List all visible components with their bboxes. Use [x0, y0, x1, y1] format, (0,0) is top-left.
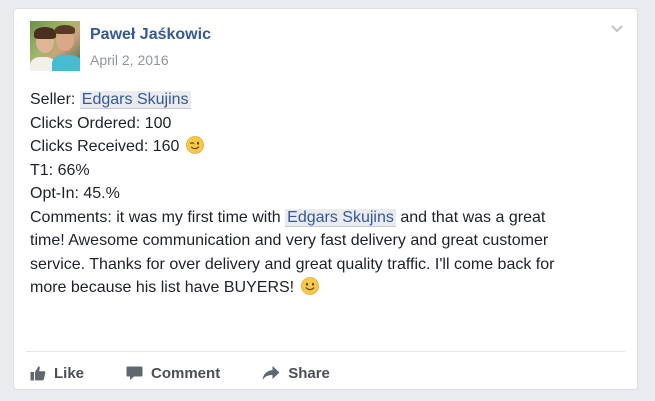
author-avatar[interactable]: [30, 21, 80, 71]
clicks-ordered-line: Clicks Ordered: 100: [30, 114, 172, 132]
seller-line: Seller: Edgars Skujins: [30, 91, 191, 109]
thumbs-up-icon: [30, 366, 46, 381]
comment-button[interactable]: Comment: [126, 365, 220, 382]
wink-emoji-icon: [185, 136, 204, 154]
post-actions-bar: Like Comment Share: [30, 361, 372, 385]
comment-mention-link[interactable]: Edgars Skujins: [285, 208, 396, 227]
share-label: Share: [288, 364, 330, 382]
share-arrow-icon: [262, 366, 280, 380]
opt-in-line: Opt-In: 45.%: [30, 185, 120, 202]
speech-bubble-icon: [126, 366, 143, 380]
smile-emoji-icon: [300, 277, 319, 295]
clicks-received-line: Clicks Received: 160: [30, 135, 620, 159]
actions-divider: [26, 351, 625, 352]
seller-mention-link[interactable]: Edgars Skujins: [79, 91, 191, 109]
post-date-link[interactable]: April 2, 2016: [90, 52, 169, 68]
chevron-down-icon[interactable]: [611, 25, 623, 33]
t1-line: T1: 66%: [30, 161, 90, 179]
like-button[interactable]: Like: [30, 365, 84, 382]
author-name-link[interactable]: Paweł Jaśkowic: [90, 26, 211, 44]
comment-label: Comment: [151, 364, 221, 382]
comments-line-2: time! Awesome communication and very fas…: [30, 232, 549, 249]
comments-line-3: service. Thanks for over delivery and gr…: [30, 255, 555, 273]
comments-line-4: more because his list have BUYERS!: [30, 276, 620, 300]
post-card: Paweł Jaśkowic April 2, 2016 Seller: Edg…: [13, 8, 638, 390]
post-body: Seller: Edgars Skujins Clicks Ordered: 1…: [30, 88, 620, 300]
share-button[interactable]: Share: [262, 365, 330, 382]
like-label: Like: [54, 364, 85, 382]
comments-line: Comments: it was my first time with Edga…: [30, 208, 546, 227]
